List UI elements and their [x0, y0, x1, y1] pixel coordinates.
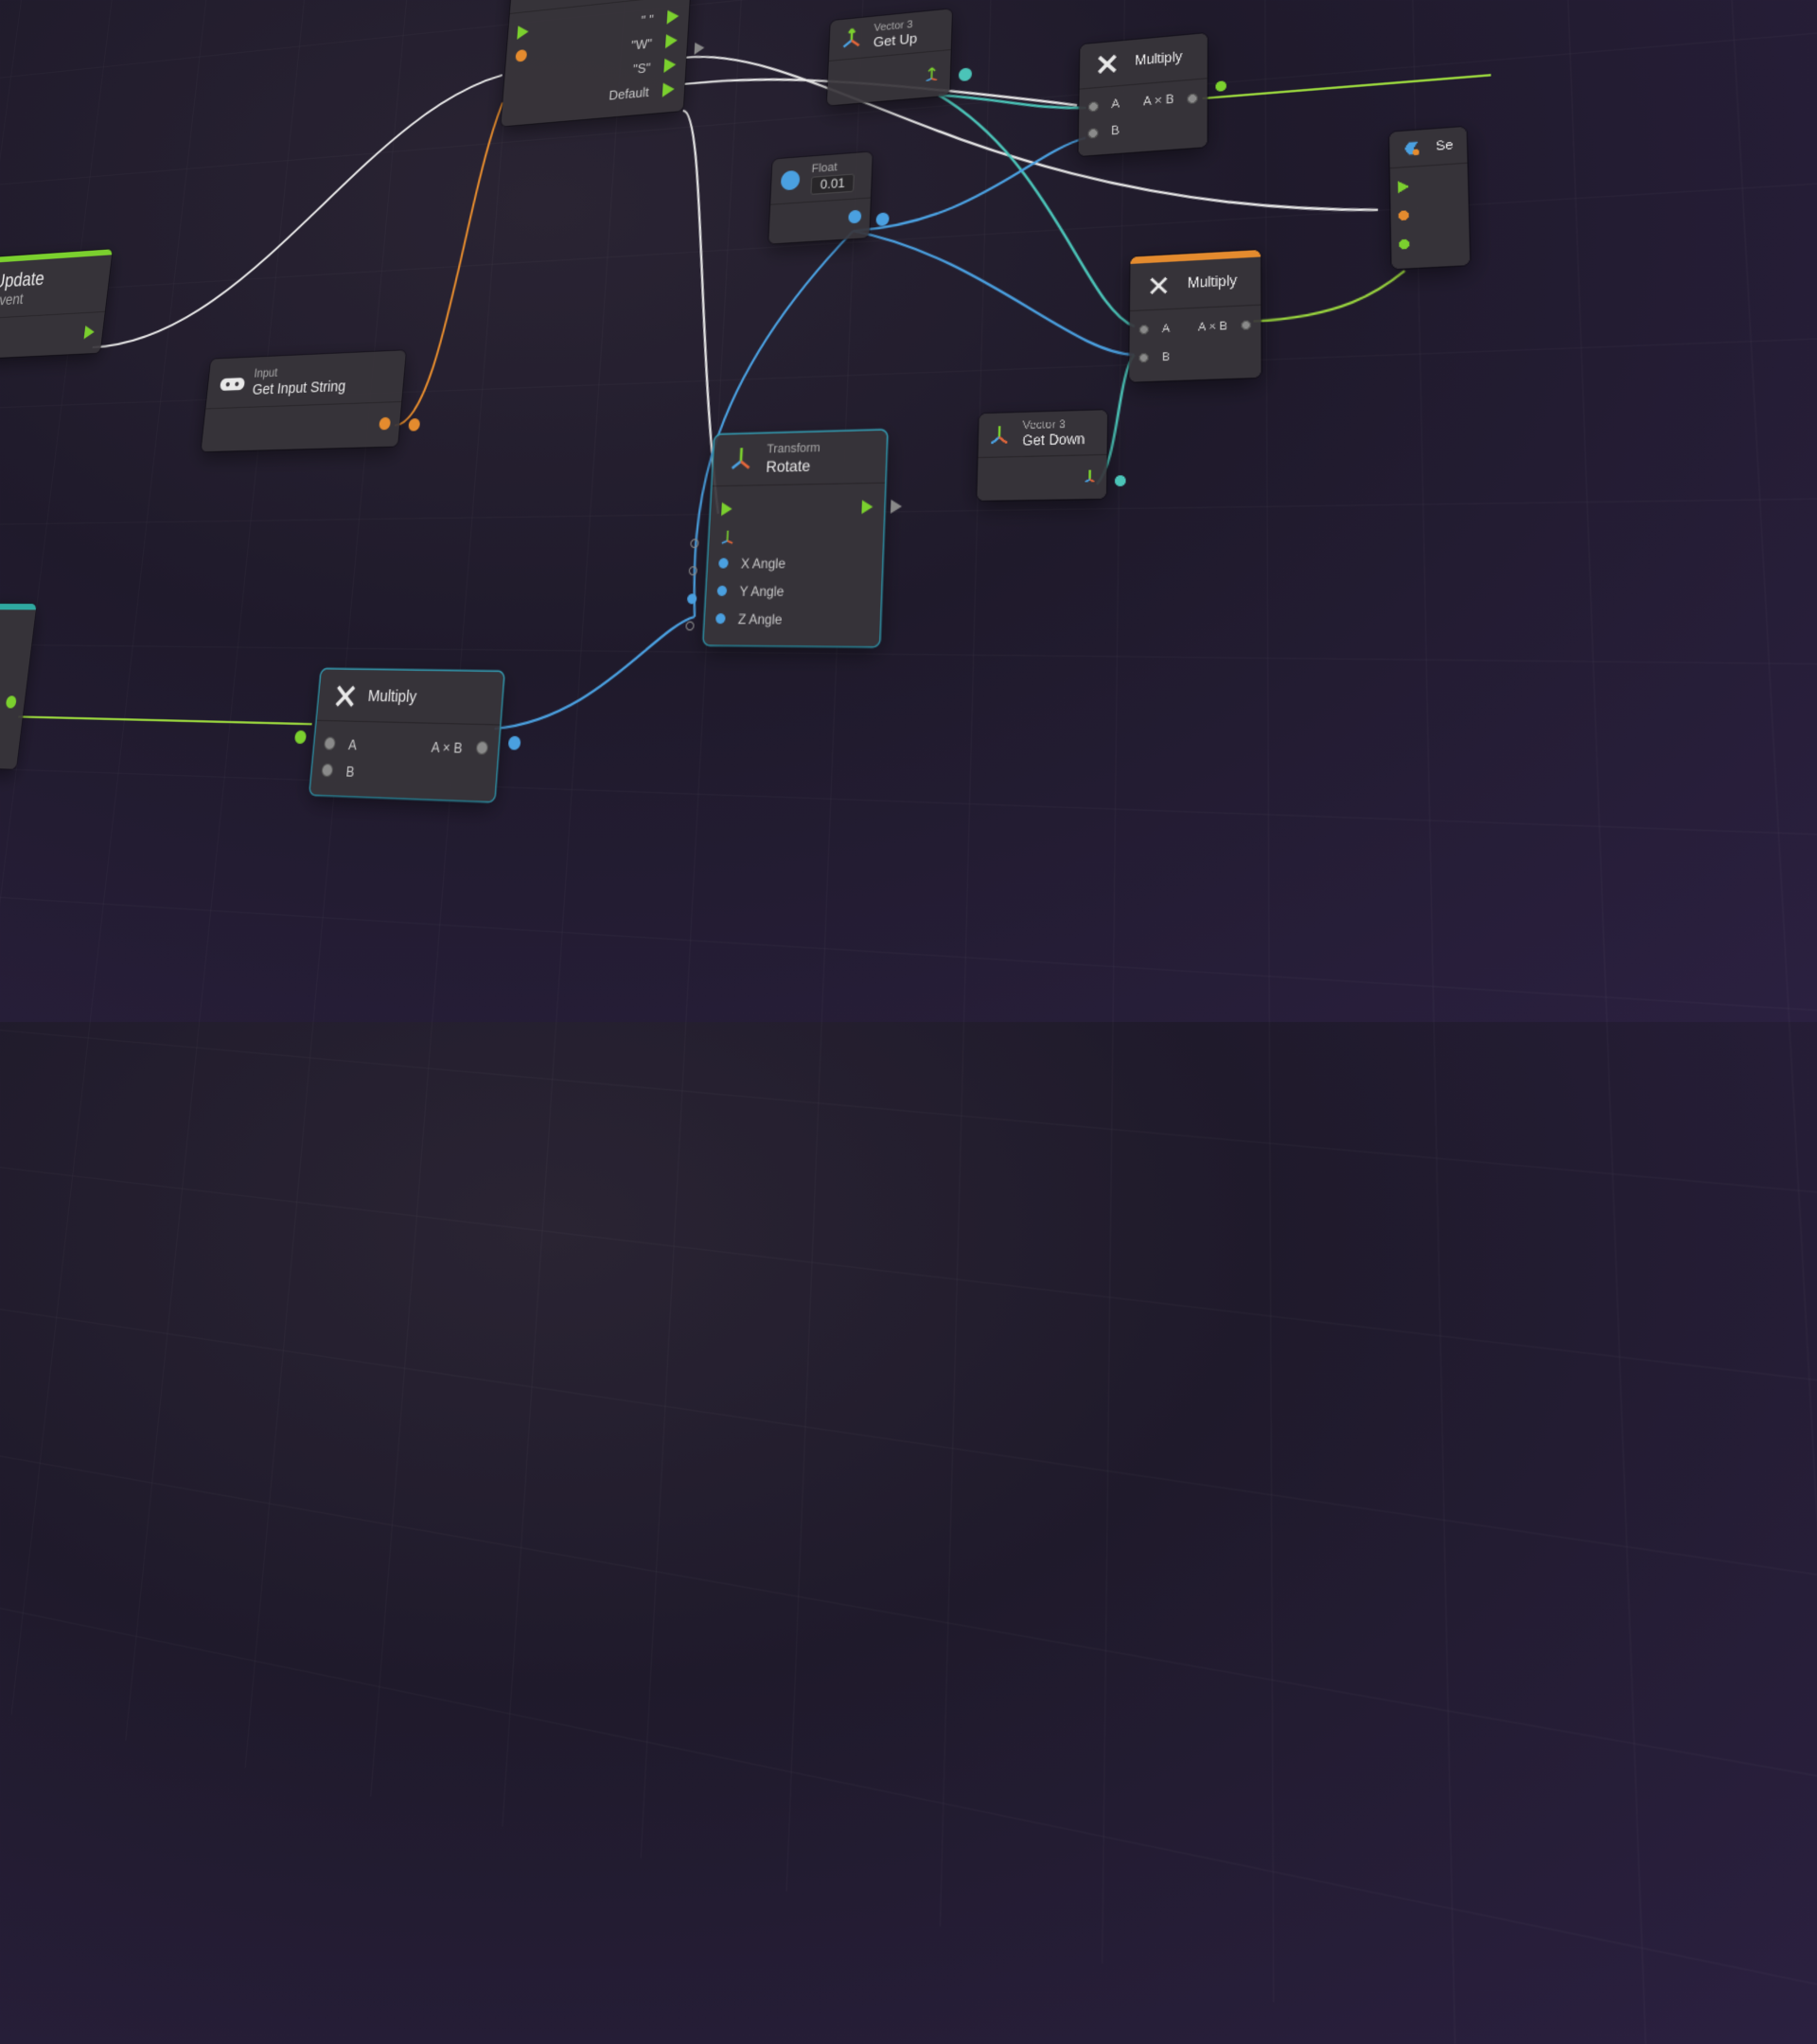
input-port-b[interactable]	[1088, 128, 1099, 138]
port-label: Z Angle	[738, 610, 783, 627]
port-label: Y Angle	[739, 583, 785, 599]
canvas-grid	[0, 0, 1817, 2044]
exec-arrow-icon	[695, 42, 705, 55]
exec-in-icon[interactable]	[517, 25, 529, 40]
input-port[interactable]	[1399, 239, 1409, 250]
node-update-event[interactable]: Update Event	[0, 249, 113, 359]
case-label: " "	[641, 11, 654, 27]
output-port[interactable]	[379, 417, 391, 431]
input-port[interactable]	[718, 558, 729, 569]
vector-out-icon[interactable]	[924, 65, 939, 81]
input-port-a[interactable]	[324, 736, 336, 749]
port-label: X Angle	[741, 555, 786, 572]
output-port[interactable]	[6, 696, 17, 708]
input-port[interactable]	[717, 586, 728, 596]
exec-out-icon[interactable]	[861, 500, 873, 514]
gamepad-icon	[219, 369, 246, 398]
exec-out-icon[interactable]	[83, 326, 95, 340]
node-subtitle: Event	[0, 291, 43, 310]
exec-in-icon[interactable]	[721, 502, 732, 516]
node-title: Get Input String	[252, 378, 346, 398]
exec-out-icon[interactable]	[667, 9, 679, 25]
node-input-get-string[interactable]: Input Get Input String	[201, 350, 405, 451]
node-multiply[interactable]: Multiply A A × B B	[310, 669, 504, 801]
input-port-b[interactable]	[321, 764, 333, 778]
exec-arrow-icon	[891, 500, 902, 514]
input-port-a[interactable]	[1088, 100, 1099, 111]
string-in-port[interactable]	[515, 49, 527, 62]
node-switch-on-string[interactable]: Switch On String " " "W"	[501, 0, 693, 127]
input-port[interactable]	[715, 613, 726, 624]
port-label: A × B	[431, 738, 463, 756]
output-port[interactable]	[848, 210, 861, 224]
transform-port-icon[interactable]	[720, 528, 736, 544]
port-label: B	[345, 763, 355, 780]
exec-out-icon[interactable]	[665, 33, 678, 48]
case-label: "W"	[631, 35, 653, 52]
port-label: B	[1111, 124, 1120, 138]
output-port[interactable]	[476, 741, 489, 755]
default-label: Default	[609, 83, 649, 102]
node-graph-canvas[interactable]: Update Event Input Get Input String	[0, 0, 1817, 1295]
port-label: A	[348, 735, 358, 752]
exec-out-icon[interactable]	[662, 82, 675, 97]
case-label: "S"	[633, 60, 651, 77]
port-label: A	[1111, 97, 1120, 112]
exec-out-icon[interactable]	[663, 58, 676, 73]
